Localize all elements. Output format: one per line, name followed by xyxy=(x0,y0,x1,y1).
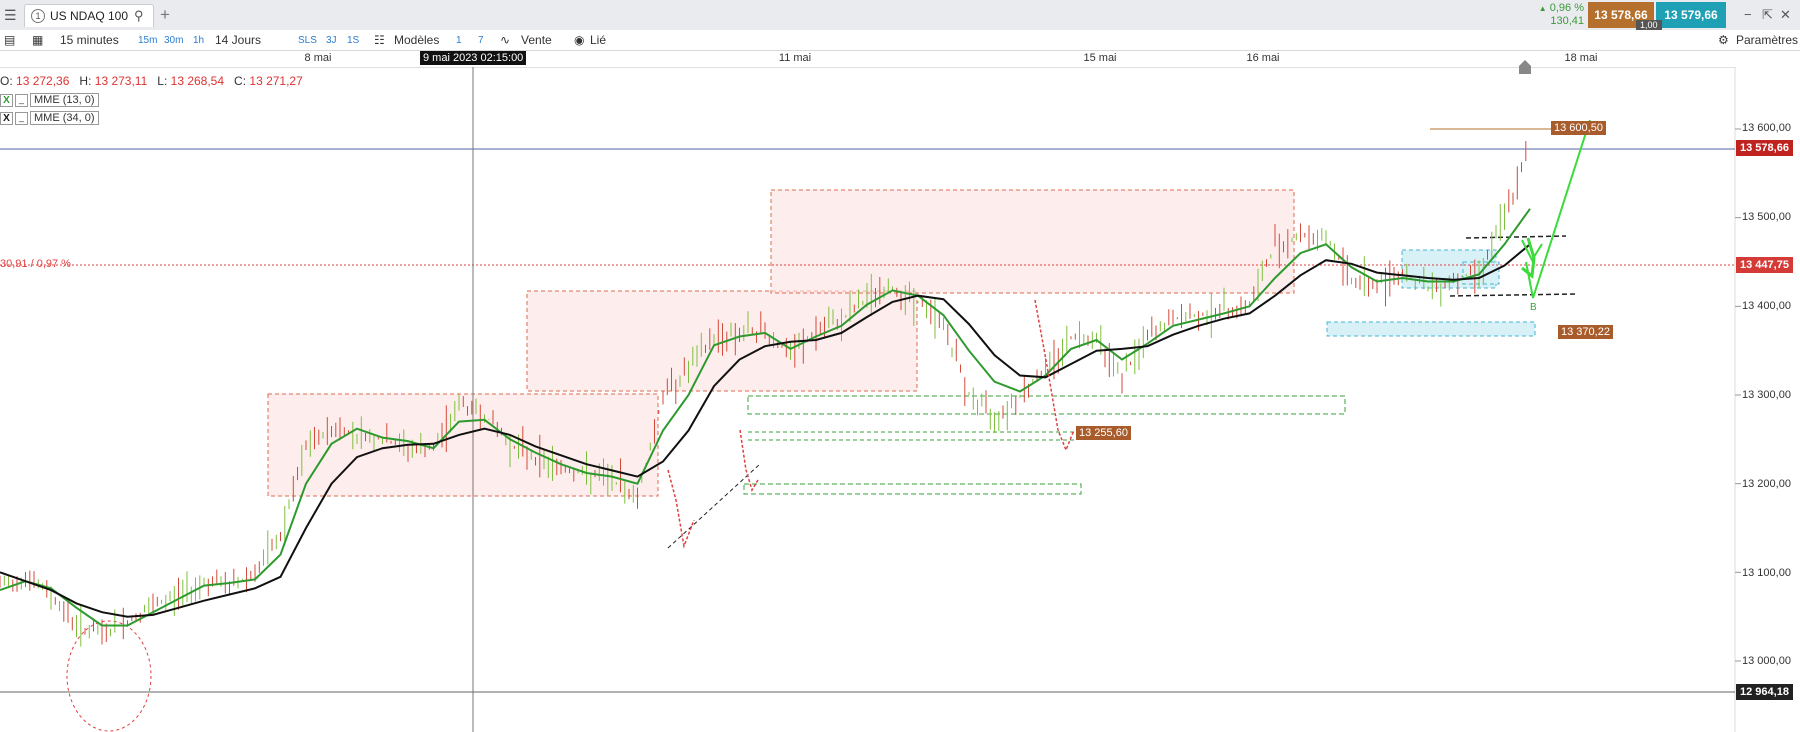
indicator-hide-icon[interactable]: _ xyxy=(15,93,28,107)
ohlc-close: 13 271,27 xyxy=(249,74,303,88)
trendline xyxy=(1449,293,1577,297)
ohlc-h-label: H: xyxy=(79,74,92,88)
indicator-remove-icon[interactable]: X xyxy=(0,93,13,107)
target-tag: 13 600,50 xyxy=(1551,121,1606,135)
indicator-legend-ema13[interactable]: X _ MME (13, 0) xyxy=(0,93,99,107)
ohlc-l-label: L: xyxy=(157,74,168,88)
indicator-hide-icon[interactable]: _ xyxy=(15,111,28,125)
candles xyxy=(0,141,1527,647)
y-tick-label: 13 300,00 xyxy=(1742,389,1791,401)
indicator-label: MME (34, 0) xyxy=(30,111,99,125)
level-pct-label: 30,91 / 0,97 % xyxy=(0,258,71,270)
ohlc-o-label: O: xyxy=(0,74,13,88)
low-circle xyxy=(66,620,152,732)
current-price-box: 13 578,66 xyxy=(1736,140,1793,156)
support-tag: 13 370,22 xyxy=(1558,325,1613,339)
ohlc-readout: O: 13 272,36 H: 13 273,11 L: 13 268,54 C… xyxy=(0,74,303,88)
ohlc-open: 13 272,36 xyxy=(16,74,70,88)
y-tick-label: 13 600,00 xyxy=(1742,122,1791,134)
y-tick-label: 13 100,00 xyxy=(1742,567,1791,579)
indicator-label: MME (13, 0) xyxy=(30,93,99,107)
y-tick-label: 13 400,00 xyxy=(1742,300,1791,312)
swing-low-tag: 13 255,60 xyxy=(1076,426,1131,440)
y-tick-label: 13 000,00 xyxy=(1742,655,1791,667)
low-price-box: 12 964,18 xyxy=(1736,684,1793,700)
swing-path xyxy=(667,469,695,549)
ohlc-low: 13 268,54 xyxy=(170,74,225,88)
demand-zone xyxy=(747,395,1346,415)
projection-line xyxy=(1525,119,1591,299)
support-zone xyxy=(1326,321,1536,337)
swing-path xyxy=(739,429,759,492)
supply-zone xyxy=(770,189,1295,294)
ema13-line xyxy=(0,208,1531,627)
demand-zone xyxy=(743,483,1082,495)
indicator-remove-icon[interactable]: X xyxy=(0,111,13,125)
indicator-legend-ema34[interactable]: X _ MME (34, 0) xyxy=(0,111,99,125)
point-b-label: B xyxy=(1530,302,1537,313)
grid-lines xyxy=(1735,128,1741,662)
ohlc-high: 13 273,11 xyxy=(94,74,148,88)
y-tick-label: 13 500,00 xyxy=(1742,211,1791,223)
level-price-box: 13 447,75 xyxy=(1736,257,1793,273)
y-tick-label: 13 200,00 xyxy=(1742,478,1791,490)
alert-marker-icon[interactable] xyxy=(1519,60,1531,74)
price-chart[interactable]: B xyxy=(0,0,1800,732)
trendline xyxy=(1465,235,1567,239)
ohlc-c-label: C: xyxy=(234,74,247,88)
